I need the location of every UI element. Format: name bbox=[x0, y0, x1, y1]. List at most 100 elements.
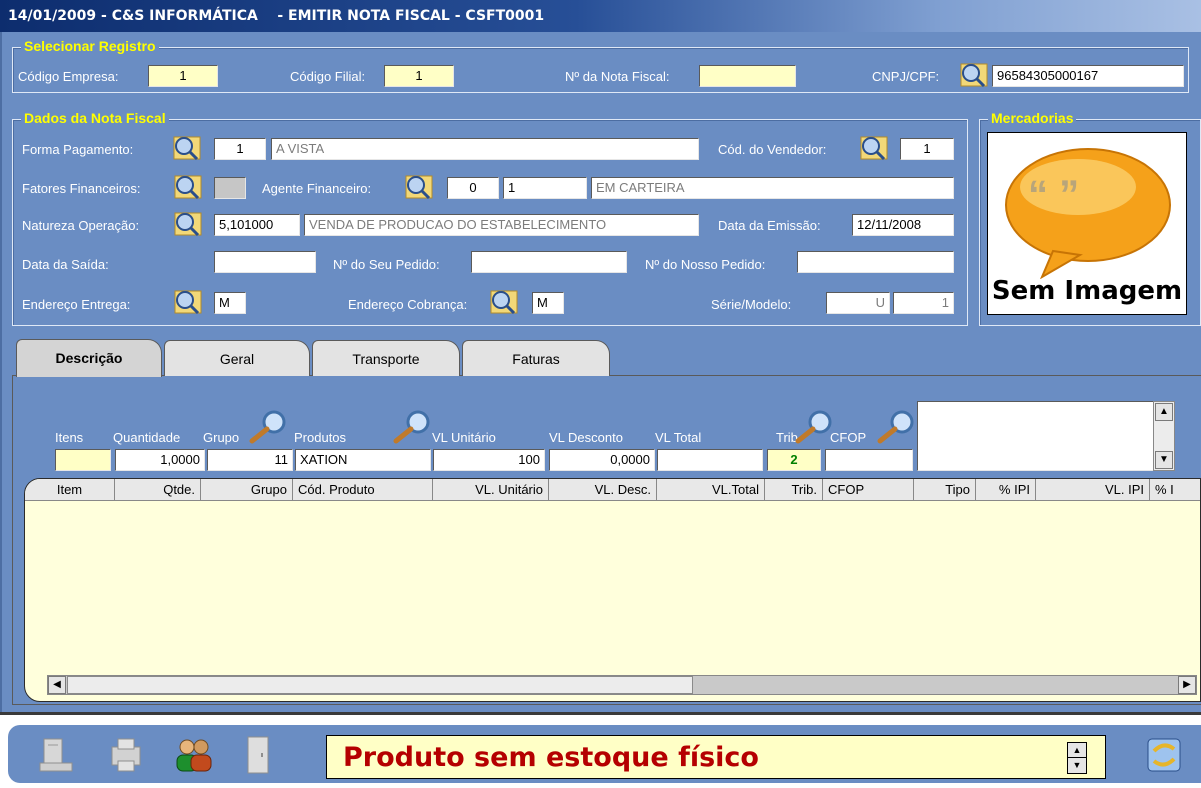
fatores-field bbox=[214, 177, 246, 199]
title-bar: 14/01/2009 - C&S INFORMÁTICA - EMITIR NO… bbox=[0, 0, 1201, 32]
col-pct-i[interactable]: % I bbox=[1150, 479, 1200, 500]
col-vl-unitario[interactable]: VL. Unitário bbox=[433, 479, 549, 500]
saida-label: Data da Saída: bbox=[22, 257, 109, 272]
emissao-label: Data da Emissão: bbox=[718, 218, 821, 233]
message-box: Produto sem estoque físico ▲ ▼ bbox=[326, 735, 1106, 779]
cfop-search-icon[interactable] bbox=[874, 410, 916, 444]
col-qtde[interactable]: Qtde. bbox=[115, 479, 201, 500]
tab-descricao[interactable]: Descrição bbox=[16, 339, 162, 377]
vl-desconto-label: VL Desconto bbox=[549, 430, 623, 445]
vendedor-field[interactable]: 1 bbox=[900, 138, 954, 160]
fatores-search-icon[interactable] bbox=[172, 173, 206, 201]
message-scrollbar[interactable]: ▲ ▼ bbox=[1067, 742, 1087, 774]
cobranca-label: Endereço Cobrança: bbox=[348, 297, 468, 312]
natureza-label: Natureza Operação: bbox=[22, 218, 140, 233]
agente-code-1[interactable]: 0 bbox=[447, 177, 499, 199]
memo-vertical-scrollbar[interactable]: ▲ ▼ bbox=[1153, 401, 1175, 471]
message-up-icon[interactable]: ▲ bbox=[1068, 743, 1086, 758]
col-vl-ipi[interactable]: VL. IPI bbox=[1036, 479, 1150, 500]
fatores-label: Fatores Financeiros: bbox=[22, 181, 141, 196]
scroll-left-icon[interactable]: ◀ bbox=[48, 676, 66, 694]
forma-pagamento-search-icon[interactable] bbox=[171, 134, 205, 162]
filial-field[interactable]: 1 bbox=[384, 65, 454, 87]
empresa-field[interactable]: 1 bbox=[148, 65, 218, 87]
scroll-thumb[interactable] bbox=[67, 676, 693, 694]
itens-field[interactable] bbox=[55, 449, 111, 471]
agente-desc: EM CARTEIRA bbox=[591, 177, 954, 199]
serie-field: U bbox=[826, 292, 890, 314]
refresh-icon[interactable] bbox=[1142, 733, 1186, 777]
col-vl-desc[interactable]: VL. Desc. bbox=[549, 479, 657, 500]
cnpj-label: CNPJ/CPF: bbox=[872, 69, 940, 84]
cobranca-search-icon[interactable] bbox=[488, 288, 522, 316]
exit-disabled-icon[interactable] bbox=[236, 733, 280, 777]
cnpj-field[interactable]: 96584305000167 bbox=[992, 65, 1184, 87]
natureza-code[interactable]: 5,101000 bbox=[214, 214, 300, 236]
emissao-field[interactable]: 12/11/2008 bbox=[852, 214, 954, 236]
grid-horizontal-scrollbar[interactable]: ◀ ▶ bbox=[47, 675, 1197, 695]
serie-label: Série/Modelo: bbox=[711, 297, 792, 312]
quantidade-label: Quantidade bbox=[113, 430, 181, 445]
speech-bubble-icon bbox=[1005, 148, 1171, 279]
produto-search-icon[interactable] bbox=[390, 410, 432, 444]
vl-unitario-label: VL Unitário bbox=[432, 430, 496, 445]
seu-pedido-field[interactable] bbox=[471, 251, 627, 273]
entrega-search-icon[interactable] bbox=[172, 288, 206, 316]
print-disabled-icon[interactable] bbox=[104, 733, 148, 777]
mercadorias-legend: Mercadorias bbox=[988, 110, 1077, 126]
grupo-field[interactable]: 11 bbox=[207, 449, 293, 471]
agente-code-2[interactable]: 1 bbox=[503, 177, 587, 199]
natureza-search-icon[interactable] bbox=[172, 210, 206, 238]
trib-search-icon[interactable] bbox=[792, 410, 834, 444]
cnpj-search-icon[interactable] bbox=[958, 61, 992, 89]
saida-field[interactable] bbox=[214, 251, 316, 273]
cobranca-field[interactable]: M bbox=[532, 292, 564, 314]
vl-desconto-field[interactable]: 0,0000 bbox=[549, 449, 655, 471]
entrega-field[interactable]: M bbox=[214, 292, 246, 314]
quantidade-field[interactable]: 1,0000 bbox=[115, 449, 205, 471]
users-icon[interactable] bbox=[172, 733, 216, 777]
vl-unitario-field[interactable]: 100 bbox=[433, 449, 545, 471]
vl-total-field bbox=[657, 449, 763, 471]
col-trib[interactable]: Trib. bbox=[765, 479, 823, 500]
col-cfop[interactable]: CFOP bbox=[823, 479, 914, 500]
status-message: Produto sem estoque físico bbox=[343, 742, 759, 773]
produtos-label: Produtos bbox=[294, 430, 347, 445]
forma-pagamento-code[interactable]: 1 bbox=[214, 138, 266, 160]
col-tipo[interactable]: Tipo bbox=[914, 479, 976, 500]
forma-pagamento-desc: A VISTA bbox=[271, 138, 699, 160]
tab-transporte[interactable]: Transporte bbox=[312, 340, 460, 376]
tab-geral[interactable]: Geral bbox=[164, 340, 310, 376]
col-grupo[interactable]: Grupo bbox=[201, 479, 293, 500]
vl-total-label: VL Total bbox=[655, 430, 702, 445]
col-cod-produto[interactable]: Cód. Produto bbox=[293, 479, 433, 500]
nota-field[interactable] bbox=[699, 65, 796, 87]
vendedor-search-icon[interactable] bbox=[858, 134, 892, 162]
observation-memo[interactable] bbox=[917, 401, 1175, 471]
scroll-down-icon[interactable]: ▼ bbox=[1155, 451, 1173, 469]
save-disabled-icon[interactable] bbox=[34, 733, 78, 777]
items-grid[interactable]: Item Qtde. Grupo Cód. Produto VL. Unitár… bbox=[24, 478, 1201, 702]
col-item[interactable]: Item bbox=[25, 479, 115, 500]
grupo-label: Grupo bbox=[203, 430, 240, 445]
scroll-right-icon[interactable]: ▶ bbox=[1178, 676, 1196, 694]
natureza-desc: VENDA DE PRODUCAO DO ESTABELECIMENTO bbox=[304, 214, 699, 236]
grupo-search-icon[interactable] bbox=[246, 410, 288, 444]
filial-label: Código Filial: bbox=[290, 69, 366, 84]
invoice-data-legend: Dados da Nota Fiscal bbox=[21, 110, 169, 126]
scroll-up-icon[interactable]: ▲ bbox=[1155, 403, 1173, 421]
produto-field[interactable]: XATION bbox=[295, 449, 431, 471]
vendedor-label: Cód. do Vendedor: bbox=[718, 142, 827, 157]
trib-field[interactable]: 2 bbox=[767, 449, 821, 471]
nota-label: Nº da Nota Fiscal: bbox=[565, 69, 670, 84]
seu-pedido-label: Nº do Seu Pedido: bbox=[333, 257, 440, 272]
message-down-icon[interactable]: ▼ bbox=[1068, 758, 1086, 773]
agente-label: Agente Financeiro: bbox=[262, 181, 372, 196]
tab-faturas[interactable]: Faturas bbox=[462, 340, 610, 376]
nosso-pedido-field[interactable] bbox=[797, 251, 954, 273]
cfop-field[interactable] bbox=[825, 449, 913, 471]
no-image-text: Sem Imagem bbox=[991, 276, 1183, 306]
col-pct-ipi[interactable]: % IPI bbox=[976, 479, 1036, 500]
agente-search-icon[interactable] bbox=[403, 173, 437, 201]
col-vl-total[interactable]: VL.Total bbox=[657, 479, 765, 500]
